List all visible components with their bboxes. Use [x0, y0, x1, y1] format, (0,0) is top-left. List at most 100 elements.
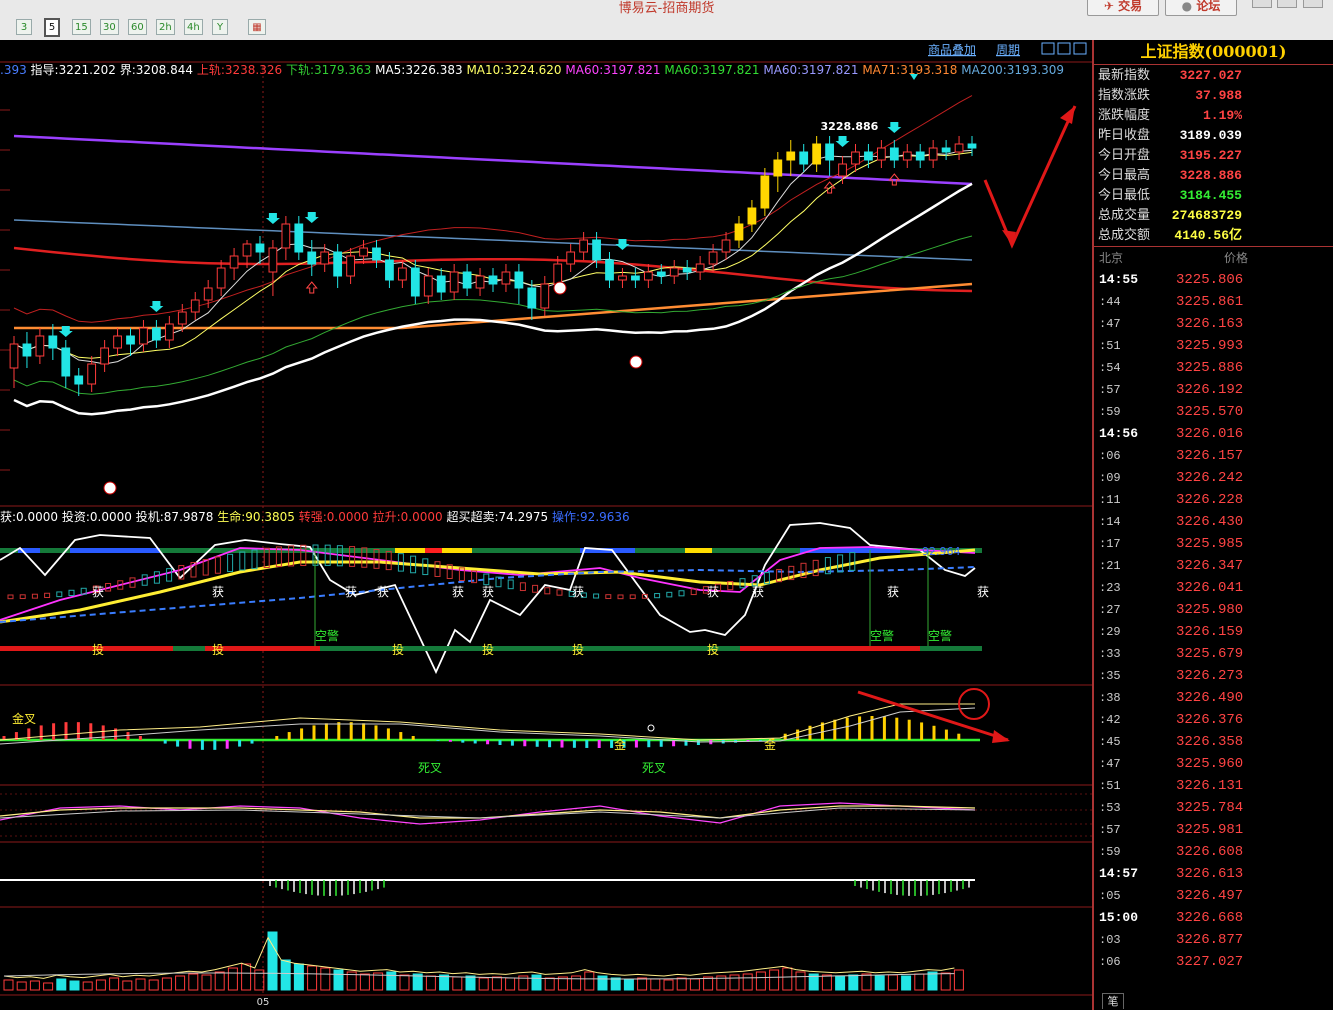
stat-value: 3189.039 [1179, 128, 1242, 143]
tick-row: 14:55 3225.806 [1094, 269, 1333, 291]
tick-time: :06 [1099, 955, 1121, 969]
tick-row: :45 3226.358 [1094, 731, 1333, 753]
tick-price: 3225.784 [1176, 800, 1244, 816]
candle [760, 175, 770, 209]
candle [203, 287, 213, 301]
stat-value: 3184.455 [1179, 188, 1242, 203]
tick-time: :11 [1099, 493, 1121, 507]
kongjing-label: 空警 [870, 628, 894, 643]
candle [488, 275, 498, 285]
candle [113, 335, 122, 349]
candle [695, 263, 705, 273]
tou-label: 投 [92, 642, 104, 657]
tick-price: 3226.347 [1176, 558, 1244, 574]
period-button[interactable]: 5 [44, 18, 60, 37]
trade-button[interactable]: ✈ 交易 [1087, 0, 1159, 16]
legend-item: 生命:90.3805 [217, 509, 295, 524]
legend-item: 投资:0.0000 [62, 509, 132, 524]
legend-item: 指导:3221.202 [31, 62, 116, 77]
forum-label: 论坛 [1196, 0, 1221, 13]
trade-icon: ✈ [1103, 0, 1119, 13]
candle [320, 251, 330, 265]
volume-bar [69, 980, 80, 991]
legend-item: 转强:0.0000 [299, 509, 369, 524]
candle [838, 163, 847, 177]
maximize-button[interactable] [1277, 0, 1297, 8]
tick-price: 3226.613 [1176, 866, 1244, 882]
tick-row: :57 3225.981 [1094, 819, 1333, 841]
tick-price: 3226.041 [1176, 580, 1244, 596]
overlay-link[interactable]: 商品叠加 [928, 42, 976, 57]
period-button[interactable]: 2h [156, 19, 175, 35]
candle [721, 239, 731, 253]
indicator-value-label: 92.964 [922, 545, 961, 558]
candle [734, 223, 744, 241]
tick-time: :42 [1099, 713, 1121, 727]
period-button[interactable]: 30 [100, 19, 119, 35]
tick-time: :44 [1099, 295, 1121, 309]
huo-label: 获 [572, 585, 584, 599]
stat-value: 4140.56亿 [1174, 228, 1242, 243]
candle [346, 255, 355, 277]
signal-segment [740, 646, 920, 651]
period-button[interactable]: 4h [184, 19, 203, 35]
quote-sidebar: 上证指数(000001) 最新指数 3227.027 指数涨跌 37.988 涨跌幅度 1… [1092, 40, 1333, 1010]
tick-time: :59 [1099, 845, 1121, 859]
period-button[interactable]: 60 [128, 19, 147, 35]
tick-row: :14 3226.430 [1094, 511, 1333, 533]
tick-price: 3225.570 [1176, 404, 1244, 420]
tick-row: :47 3225.960 [1094, 753, 1333, 775]
tab-trades[interactable]: 笔 [1102, 993, 1124, 1009]
candle [941, 147, 951, 153]
period-button[interactable]: 15 [72, 19, 91, 35]
candle [100, 347, 110, 365]
candle [954, 143, 964, 153]
sicha-label: 死叉 [642, 761, 666, 775]
volume-bar [465, 975, 476, 991]
minimize-button[interactable] [1252, 0, 1272, 8]
candle [385, 259, 394, 281]
candle [501, 271, 511, 285]
forum-button[interactable]: ● 论坛 [1165, 0, 1237, 16]
period-button[interactable]: Y [212, 19, 228, 35]
tick-row: :23 3226.041 [1094, 577, 1333, 599]
close-button[interactable] [1303, 0, 1323, 8]
tick-time: :54 [1099, 361, 1121, 375]
period-link[interactable]: 周期 [996, 43, 1020, 57]
candle [164, 323, 174, 341]
tick-row: :44 3225.861 [1094, 291, 1333, 313]
huo-label: 获 [377, 585, 389, 599]
huo-label: 获 [977, 585, 989, 599]
tick-price: 3226.131 [1176, 778, 1244, 794]
candle [915, 151, 925, 161]
candle [333, 251, 343, 277]
candle [708, 251, 718, 265]
calc-icon[interactable]: ▦ [248, 19, 266, 35]
tick-price: 3225.679 [1176, 646, 1244, 662]
tick-price: 3225.861 [1176, 294, 1244, 310]
tick-time: :03 [1099, 933, 1121, 947]
tick-row: :09 3226.242 [1094, 467, 1333, 489]
tou-label: 投 [482, 642, 494, 657]
stat-label: 最新指数 [1098, 68, 1151, 83]
tick-time: :23 [1099, 581, 1121, 595]
candle [967, 143, 977, 149]
stat-row: 总成交额 4140.56亿 [1098, 226, 1242, 246]
legend-item: MA60:3197.821 [565, 63, 660, 77]
candle [889, 147, 899, 161]
chart-background [0, 40, 1092, 1010]
tick-time: 14:57 [1099, 866, 1139, 881]
period-button[interactable]: 3 [16, 19, 32, 35]
tick-time: :51 [1099, 339, 1121, 353]
tick-price: 3226.228 [1176, 492, 1244, 508]
candle [799, 151, 809, 165]
volume-bar [835, 975, 846, 991]
tou-label: 投 [572, 642, 584, 657]
candle [9, 343, 19, 369]
volume-bar [333, 969, 344, 991]
jin-label: 金 [764, 737, 776, 752]
tick-price: 3226.358 [1176, 734, 1244, 750]
candle [851, 151, 860, 165]
tick-price: 3226.157 [1176, 448, 1244, 464]
legend-item: 界:3208.844 [120, 63, 193, 77]
